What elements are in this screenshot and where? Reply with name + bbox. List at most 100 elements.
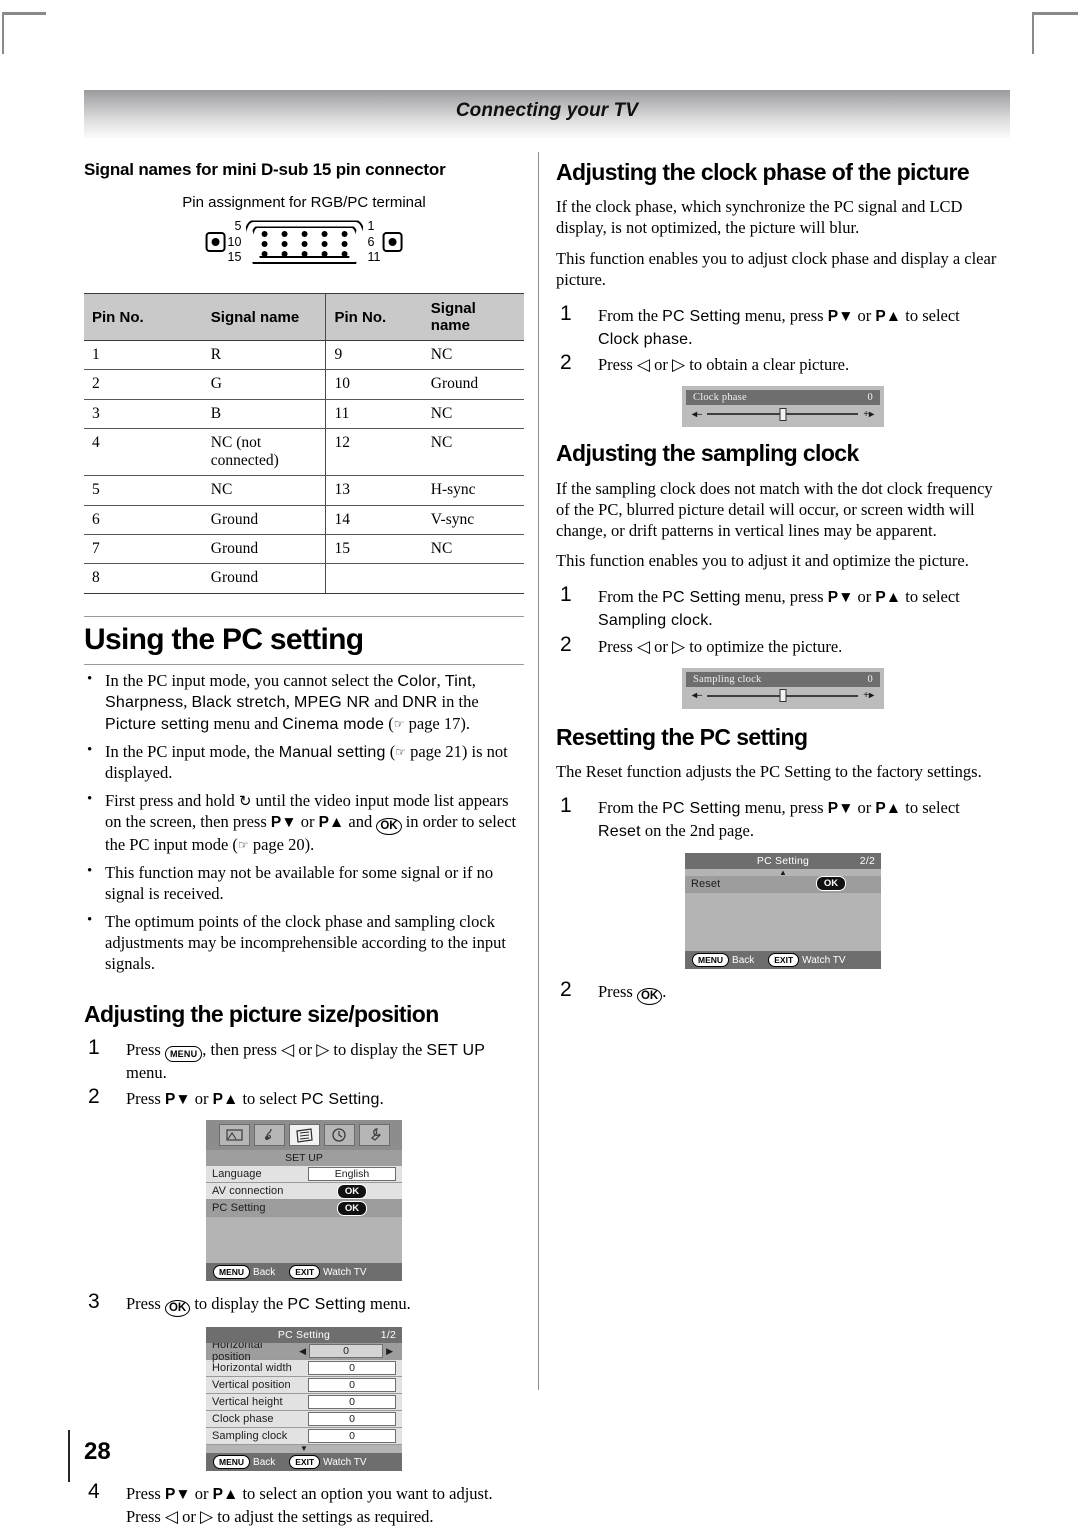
osd-row-label: PC Setting bbox=[212, 1202, 266, 1215]
note-text: First press and hold bbox=[105, 791, 239, 811]
key-p-down: P▼ bbox=[827, 307, 854, 325]
osd-footer-back: MENU Back bbox=[692, 952, 754, 967]
scroll-down-indicator-icon: ▼ bbox=[206, 1445, 402, 1454]
screw-left-icon bbox=[205, 232, 226, 253]
reset-paragraph-1: The Reset function adjusts the PC Settin… bbox=[556, 762, 982, 782]
step-number: 2 bbox=[560, 351, 572, 375]
slider-title-bar: Sampling clock 0 bbox=[686, 671, 880, 687]
step-1: 1 Press MENU, then press ◁ or ▷ to displ… bbox=[84, 1036, 524, 1083]
osd-term: Manual setting bbox=[278, 743, 386, 761]
step-number: 3 bbox=[88, 1290, 100, 1314]
osd-row-clock-phase[interactable]: Clock phase 0 bbox=[206, 1411, 402, 1429]
osd-row-vertical-position[interactable]: Vertical position 0 bbox=[206, 1377, 402, 1395]
step-number: 2 bbox=[560, 632, 572, 656]
osd-footer: MENU Back EXIT Watch TV bbox=[206, 1453, 402, 1472]
left-arrow-icon[interactable]: ◀ bbox=[296, 1346, 309, 1357]
ok-badge-icon: OK bbox=[336, 1183, 368, 1199]
sampling-step-2: 2 Press ◁ or ▷ to optimize the picture. bbox=[556, 632, 1010, 658]
ok-key-icon: OK bbox=[376, 818, 402, 836]
osd-row-horizontal-position[interactable]: Horizontal position ◀ 0 ▶ bbox=[206, 1339, 402, 1363]
osd-row-pc-setting[interactable]: PC Setting OK bbox=[206, 1200, 402, 1218]
step-number: 4 bbox=[88, 1480, 100, 1504]
note-text: , bbox=[436, 671, 445, 691]
osd-footer-exit: EXIT Watch TV bbox=[768, 952, 846, 967]
clock-phase-paragraph-1: If the clock phase, which synchronize th… bbox=[556, 197, 963, 238]
osd-row-av-connection[interactable]: AV connection OK bbox=[206, 1183, 402, 1201]
reset-step-1: 1 From the PC Setting menu, press P▼ or … bbox=[556, 794, 1010, 843]
step-text: Press OK to display the PC Setting menu. bbox=[126, 1294, 411, 1318]
pointing-hand-icon: ☞ bbox=[237, 838, 249, 853]
sampling-clock-paragraph-1: If the sampling clock does not match wit… bbox=[556, 478, 993, 540]
cell-pin: 12 bbox=[325, 428, 423, 477]
right-arrow-key-icon: ▷ bbox=[672, 636, 686, 657]
osd-row-reset[interactable]: Reset OK bbox=[685, 875, 881, 893]
reset-step-2: 2 Press OK. bbox=[556, 977, 1010, 1005]
slider-knob[interactable] bbox=[779, 689, 787, 703]
osd-row-sampling-clock[interactable]: Sampling clock 0 bbox=[206, 1428, 402, 1446]
slider-knob[interactable] bbox=[779, 407, 787, 421]
cell-pin: 10 bbox=[325, 369, 423, 400]
pointing-hand-icon: ☞ bbox=[393, 716, 405, 731]
osd-page-indicator: 1/2 bbox=[380, 1329, 396, 1342]
step-number: 2 bbox=[560, 977, 572, 1001]
osd-row-value: 0 bbox=[308, 1429, 396, 1444]
osd-term: PC Setting bbox=[287, 1296, 366, 1314]
osd-title: PC Setting bbox=[277, 1329, 331, 1342]
osd-empty-area bbox=[685, 892, 881, 951]
note-text: In the PC input mode, the bbox=[105, 741, 279, 761]
ok-key-icon: OK bbox=[164, 1300, 191, 1318]
pc-setting-reset-screenshot: PC Setting 2/2 ▲ Reset OK MENU Back EXIT W… bbox=[685, 852, 881, 969]
step-text: From the PC Setting menu, press P▼ or P▲… bbox=[598, 587, 960, 629]
osd-page-indicator: 2/2 bbox=[859, 854, 875, 867]
note-text: , bbox=[285, 692, 294, 712]
cell-signal: NC (not connected) bbox=[202, 428, 326, 477]
step-text: Press OK. bbox=[598, 982, 666, 1005]
note-text: , bbox=[183, 692, 192, 712]
osd-menu-title: SET UP bbox=[206, 1150, 402, 1167]
list-item: In the PC input mode, you cannot select … bbox=[84, 670, 524, 735]
osd-row-label: Vertical height bbox=[212, 1396, 283, 1409]
slider-track[interactable]: ◂– +▸ bbox=[686, 405, 880, 423]
audio-icon bbox=[253, 1124, 285, 1147]
step-number: 2 bbox=[88, 1084, 100, 1108]
cell-signal: H-sync bbox=[422, 475, 524, 506]
osd-term: PC Setting bbox=[662, 307, 741, 325]
osd-row-value: 0 bbox=[308, 1361, 396, 1376]
right-arrow-icon[interactable]: ▶ bbox=[383, 1346, 396, 1357]
page-folio: 28 bbox=[68, 1430, 111, 1482]
menu-key-icon: MENU bbox=[213, 1265, 251, 1280]
list-item: This function may not be available for s… bbox=[84, 862, 524, 905]
section-title-using-pc-setting: Using the PC setting bbox=[84, 622, 364, 656]
osd-row-language[interactable]: Language English bbox=[206, 1166, 402, 1184]
osd-row-horizontal-width[interactable]: Horizontal width 0 bbox=[206, 1360, 402, 1378]
step-text: Press P▼ or P▲ to select an option you w… bbox=[126, 1484, 493, 1527]
label-pin-5: 5 bbox=[234, 219, 242, 233]
osd-term: PC Setting bbox=[662, 589, 741, 607]
slider-track[interactable]: ◂– +▸ bbox=[686, 687, 880, 705]
cell-pin: 8 bbox=[84, 563, 203, 594]
running-header-bar: Connecting your TV bbox=[84, 90, 1010, 138]
cell-pin: 9 bbox=[325, 340, 423, 371]
osd-row-label: Sampling clock bbox=[212, 1430, 288, 1443]
note-text: ). bbox=[304, 835, 315, 855]
osd-term: Cinema mode bbox=[282, 715, 385, 733]
cell-pin: 5 bbox=[84, 475, 203, 506]
pin-assignment-table: Pin No. Signal name Pin No. Signal name … bbox=[84, 293, 524, 594]
key-p-up: P▲ bbox=[318, 814, 345, 832]
slider-label: Sampling clock bbox=[693, 673, 762, 685]
left-arrow-key-icon: ◁ bbox=[164, 1506, 179, 1527]
right-column: Adjusting the clock phase of the picture… bbox=[556, 159, 1010, 1009]
col-header-signal-name-1: Signal name bbox=[202, 293, 326, 341]
label-pin-15: 15 bbox=[227, 250, 242, 265]
right-arrow-key-icon: ▷ bbox=[316, 1040, 330, 1061]
cell-signal: B bbox=[202, 399, 326, 429]
osd-footer-back: MENU Back bbox=[213, 1455, 275, 1470]
list-item: In the PC input mode, the Manual setting… bbox=[84, 741, 524, 784]
cell-pin: 13 bbox=[325, 475, 423, 506]
osd-row-label: Clock phase bbox=[212, 1413, 274, 1426]
diagram-caption: Pin assignment for RGB/PC terminal bbox=[182, 194, 426, 211]
cell-signal: Ground bbox=[202, 563, 326, 594]
osd-row-vertical-height[interactable]: Vertical height 0 bbox=[206, 1394, 402, 1412]
setup-icon bbox=[288, 1124, 320, 1147]
osd-term: Sharpness bbox=[105, 694, 184, 712]
